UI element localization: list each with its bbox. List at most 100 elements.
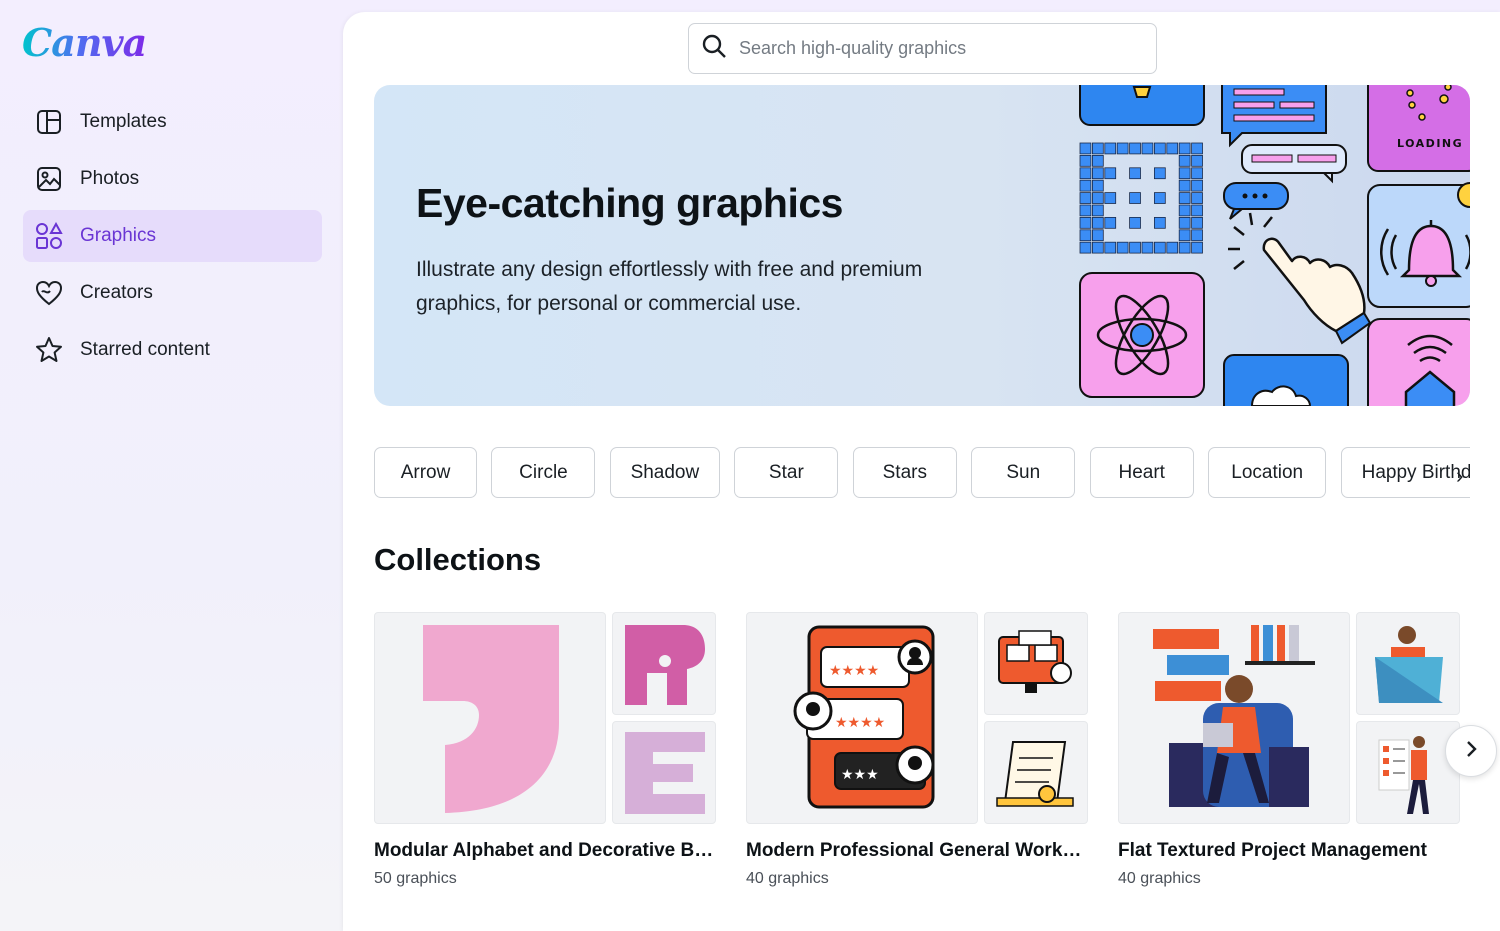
grid-tile bbox=[1191, 204, 1203, 217]
grid-tile bbox=[1191, 216, 1203, 229]
templates-icon bbox=[35, 108, 63, 136]
collection-thumbnails[interactable] bbox=[1118, 612, 1460, 824]
grid-tile bbox=[1154, 192, 1166, 204]
sidebar-item-label: Templates bbox=[80, 111, 167, 132]
grid-tile bbox=[1141, 241, 1154, 254]
grid-tile bbox=[1129, 142, 1141, 155]
grid-tile bbox=[1091, 204, 1104, 217]
collection-preview-secondary bbox=[984, 612, 1088, 715]
grid-tile bbox=[1079, 167, 1092, 180]
svg-text:★★★: ★★★ bbox=[841, 767, 879, 783]
grid-tile bbox=[1079, 241, 1092, 254]
grid-tile bbox=[1079, 229, 1092, 242]
chip-stars[interactable]: Stars bbox=[852, 447, 957, 498]
search-icon bbox=[701, 33, 727, 64]
grid-tile bbox=[1154, 167, 1166, 180]
grid-tile bbox=[1079, 155, 1092, 167]
sidebar: Canva Templates Photos Graphics Creators bbox=[0, 0, 343, 931]
collection-preview-tertiary bbox=[1356, 721, 1460, 824]
collection-card[interactable]: Flat Textured Project Management 40 grap… bbox=[1118, 612, 1460, 888]
collection-name[interactable]: Modular Alphabet and Decorative Bl... bbox=[374, 840, 714, 862]
sidebar-item-templates[interactable]: Templates bbox=[23, 96, 322, 148]
grid-tile bbox=[1079, 179, 1092, 192]
grid-tile bbox=[1178, 142, 1191, 155]
sidebar-item-creators[interactable]: Creators bbox=[23, 267, 322, 319]
collection-count: 40 graphics bbox=[746, 870, 829, 887]
chevron-right-icon[interactable]: › bbox=[1456, 463, 1463, 489]
grid-tile bbox=[1191, 142, 1203, 155]
grid-tile bbox=[1191, 179, 1203, 192]
grid-tile bbox=[1129, 241, 1141, 254]
grid-tile bbox=[1104, 192, 1117, 204]
sidebar-item-starred-content[interactable]: Starred content bbox=[23, 324, 322, 376]
hero-title: Eye-catching graphics bbox=[416, 180, 843, 226]
search-input[interactable] bbox=[739, 38, 1139, 59]
loading-label: LOADING bbox=[1397, 137, 1463, 150]
collection-count: 40 graphics bbox=[1118, 870, 1201, 887]
collection-preview-main: ★★★★ ★★★★ ★★★ bbox=[746, 612, 978, 824]
collection-card[interactable]: ★★★★ ★★★★ ★★★ Modern Professional Genera… bbox=[746, 612, 1088, 888]
collection-name[interactable]: Flat Textured Project Management bbox=[1118, 840, 1458, 862]
grid-tile bbox=[1116, 241, 1129, 254]
chip-location[interactable]: Location bbox=[1208, 447, 1327, 498]
grid-tile bbox=[1091, 241, 1104, 254]
grid-tile bbox=[1191, 167, 1203, 180]
sidebar-item-photos[interactable]: Photos bbox=[23, 153, 322, 205]
chip-happy-birthday[interactable]: Happy Birthday bbox=[1340, 447, 1470, 498]
grid-tile bbox=[1079, 216, 1092, 229]
collection-preview-main bbox=[374, 612, 606, 824]
grid-tile bbox=[1191, 241, 1203, 254]
grid-tile bbox=[1091, 229, 1104, 242]
grid-tile bbox=[1104, 241, 1117, 254]
chip-arrow[interactable]: Arrow bbox=[374, 447, 477, 498]
search-bar[interactable] bbox=[688, 23, 1157, 74]
collection-card[interactable]: Modular Alphabet and Decorative Bl... 50… bbox=[374, 612, 716, 888]
sidebar-item-label: Starred content bbox=[80, 339, 210, 360]
star-icon bbox=[35, 336, 63, 364]
sidebar-item-graphics[interactable]: Graphics bbox=[23, 210, 322, 262]
canva-logo[interactable]: Canva bbox=[22, 20, 147, 65]
chip-sun[interactable]: Sun bbox=[971, 447, 1076, 498]
grid-tile bbox=[1178, 204, 1191, 217]
grid-tile bbox=[1079, 142, 1092, 155]
grid-tile bbox=[1129, 216, 1141, 229]
grid-tile bbox=[1091, 179, 1104, 192]
collection-preview-secondary bbox=[612, 612, 716, 715]
grid-tile bbox=[1154, 216, 1166, 229]
chip-shadow[interactable]: Shadow bbox=[609, 447, 720, 498]
grid-tile bbox=[1178, 179, 1191, 192]
grid-tile bbox=[1091, 155, 1104, 167]
grid-tile bbox=[1154, 241, 1166, 254]
grid-tile bbox=[1104, 216, 1117, 229]
chevron-right-icon bbox=[1464, 740, 1478, 763]
grid-tile bbox=[1104, 142, 1117, 155]
sidebar-item-label: Photos bbox=[80, 168, 140, 189]
shapes-icon bbox=[35, 222, 63, 250]
sidebar-item-label: Creators bbox=[80, 282, 153, 303]
sidebar-nav: Templates Photos Graphics Creators Starr… bbox=[23, 96, 322, 381]
photo-icon bbox=[35, 165, 63, 193]
collection-thumbnails[interactable]: ★★★★ ★★★★ ★★★ bbox=[746, 612, 1088, 824]
collection-thumbnails[interactable] bbox=[374, 612, 716, 824]
chip-heart[interactable]: Heart bbox=[1089, 447, 1194, 498]
collections-next-button[interactable] bbox=[1445, 725, 1497, 777]
svg-text:★★★★: ★★★★ bbox=[835, 715, 885, 731]
svg-text:★★★★: ★★★★ bbox=[829, 663, 879, 679]
grid-tile bbox=[1154, 142, 1166, 155]
collection-name[interactable]: Modern Professional General Work Ic... bbox=[746, 840, 1086, 862]
hero-illustration: LOADING bbox=[1079, 85, 1470, 406]
collection-preview-tertiary bbox=[612, 721, 716, 824]
grid-tile bbox=[1191, 229, 1203, 242]
grid-tile bbox=[1129, 167, 1141, 180]
grid-tile bbox=[1116, 142, 1129, 155]
collection-preview-main bbox=[1118, 612, 1350, 824]
grid-tile bbox=[1091, 216, 1104, 229]
collections-title: Collections bbox=[374, 542, 542, 577]
grid-tile bbox=[1191, 155, 1203, 167]
chip-star[interactable]: Star bbox=[734, 447, 839, 498]
grid-tile bbox=[1079, 204, 1092, 217]
chip-circle[interactable]: Circle bbox=[491, 447, 596, 498]
grid-tile bbox=[1091, 142, 1104, 155]
category-chips: Arrow Circle Shadow Star Stars Sun Heart… bbox=[374, 447, 1470, 500]
grid-tile bbox=[1129, 192, 1141, 204]
